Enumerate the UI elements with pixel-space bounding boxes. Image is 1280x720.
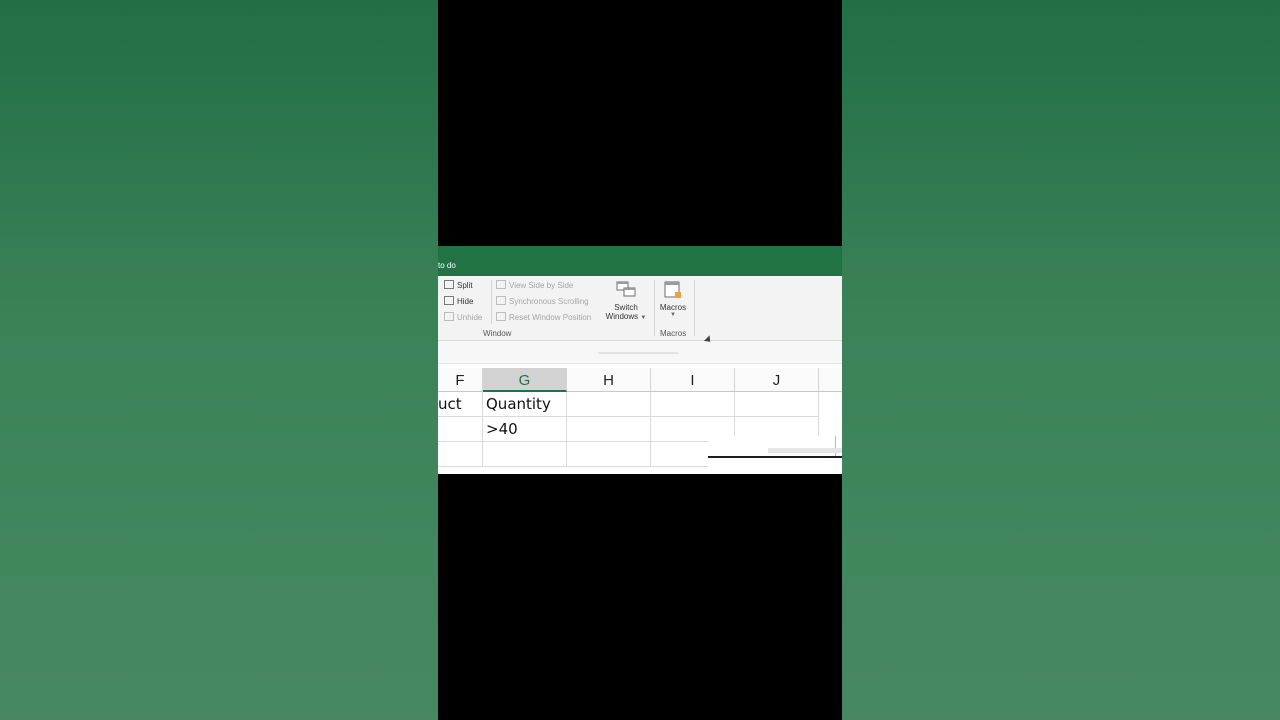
synchronous-scrolling-button[interactable]: Synchronous Scrolling xyxy=(496,296,589,306)
macros-icon xyxy=(663,280,683,300)
cell-g3[interactable] xyxy=(483,442,567,467)
hide-button[interactable]: Hide xyxy=(444,296,473,306)
macros-group-label: Macros xyxy=(660,329,687,338)
cell-g1[interactable]: Quantity xyxy=(483,392,567,417)
faint-strip xyxy=(598,352,678,354)
column-header-k[interactable] xyxy=(819,368,842,392)
column-header-i[interactable]: I xyxy=(651,368,735,392)
column-header-f[interactable]: F xyxy=(438,368,483,392)
view-side-by-side-button[interactable]: View Side by Side xyxy=(496,280,573,290)
background-right xyxy=(842,0,1280,720)
switch-windows-icon xyxy=(616,280,636,300)
cell-j1[interactable] xyxy=(735,392,819,417)
unhide-button[interactable]: Unhide xyxy=(444,312,482,322)
ribbon-separator xyxy=(654,280,655,336)
column-header-h[interactable]: H xyxy=(567,368,651,392)
title-bar: to do xyxy=(438,246,842,276)
overlay-window-fragment xyxy=(708,436,842,472)
column-header-g[interactable]: G xyxy=(483,368,567,392)
hide-icon xyxy=(444,296,454,305)
chevron-down-icon: ▼ xyxy=(670,312,676,318)
cell-f2[interactable] xyxy=(438,417,483,442)
reset-window-position-button[interactable]: Reset Window Position xyxy=(496,312,591,322)
window-edge xyxy=(708,456,842,458)
side-by-side-icon xyxy=(496,280,506,289)
cell-h2[interactable] xyxy=(567,417,651,442)
window-group-label: Window xyxy=(483,329,512,338)
cell-i1[interactable] xyxy=(651,392,735,417)
column-header-j[interactable]: J xyxy=(735,368,819,392)
tell-me-text[interactable]: to do xyxy=(438,261,456,270)
formula-bar-area xyxy=(438,341,842,364)
ribbon-separator xyxy=(491,280,492,324)
ribbon-separator xyxy=(694,280,695,336)
excel-window: to do Split Hide Unhide View Side by Sid… xyxy=(438,246,842,474)
reset-position-icon xyxy=(496,312,506,321)
switch-windows-button[interactable]: Switch Windows ▼ xyxy=(602,280,650,321)
cell-h1[interactable] xyxy=(567,392,651,417)
divider xyxy=(835,436,836,456)
split-button[interactable]: Split xyxy=(444,280,473,290)
status-strip xyxy=(768,448,842,453)
ribbon: Split Hide Unhide View Side by Side Sync… xyxy=(438,276,842,341)
video-frame: to do Split Hide Unhide View Side by Sid… xyxy=(438,0,842,720)
cell-f1[interactable]: uct xyxy=(438,392,483,417)
cell-f3[interactable] xyxy=(438,442,483,467)
macros-button[interactable]: Macros ▼ xyxy=(656,280,690,318)
cell-h3[interactable] xyxy=(567,442,651,467)
unhide-icon xyxy=(444,312,454,321)
split-icon xyxy=(444,280,454,289)
cell-g2[interactable]: >40 xyxy=(483,417,567,442)
background-left xyxy=(0,0,438,720)
chevron-down-icon: ▼ xyxy=(640,315,647,321)
sync-scroll-icon xyxy=(496,296,506,305)
